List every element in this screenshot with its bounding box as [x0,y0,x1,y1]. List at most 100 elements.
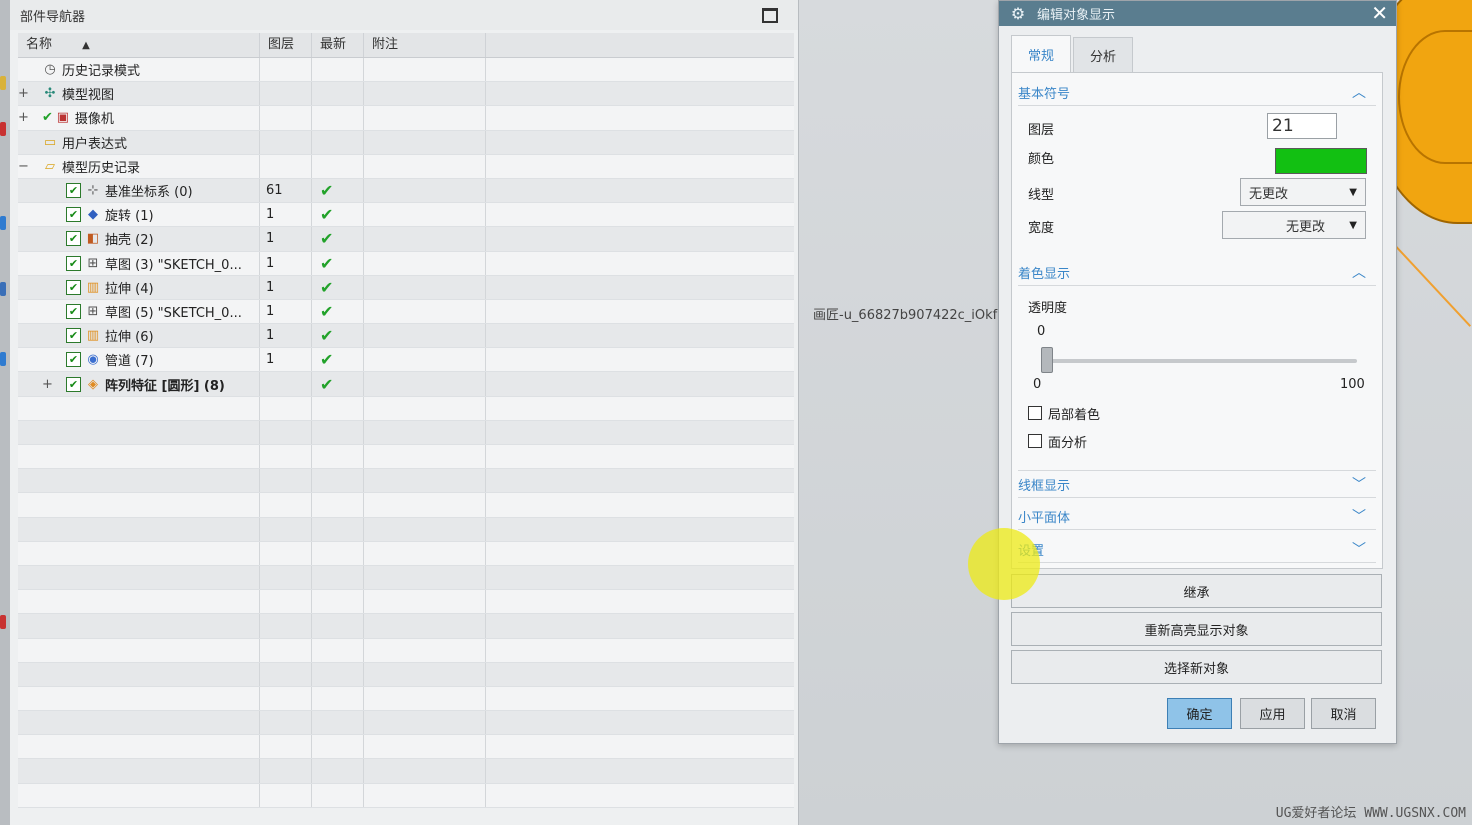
transparency-slider-thumb[interactable] [1041,347,1053,373]
empty-cell [18,565,260,590]
expand-toggle-icon[interactable]: + [42,377,53,392]
color-swatch-button[interactable] [1275,148,1367,174]
tree-cell-latest: ✔ [312,372,364,396]
tab-analysis[interactable]: 分析 [1073,37,1134,72]
tree-cell-layer: 1 [260,275,312,299]
up-to-date-check-icon: ✔ [320,229,334,249]
reselect-highlight-button[interactable]: 重新高亮显示对象 [1011,612,1382,646]
chevron-down-icon[interactable]: ﹀ [1352,539,1366,559]
apply-button[interactable]: 应用 [1240,698,1305,729]
column-header-latest[interactable]: 最新 [312,33,364,57]
tool-icon[interactable] [0,352,6,366]
tree-row[interactable]: + ✣ 模型视图 [18,82,794,107]
dialog-titlebar[interactable]: ⚙ 编辑对象显示 ✕ [999,1,1396,26]
inherit-button[interactable]: 继承 [1011,574,1382,608]
empty-cell [312,541,364,565]
expand-toggle-icon[interactable]: + [18,110,29,125]
empty-cell [486,421,794,444]
empty-cell [364,493,486,517]
tool-icon[interactable] [0,216,6,230]
sort-ascending-icon[interactable]: ▲ [82,40,90,51]
empty-cell [312,686,364,711]
empty-cell [312,517,364,541]
empty-row [18,541,794,566]
empty-cell [486,687,794,710]
visibility-checkbox[interactable]: ✔ [66,303,81,319]
chevron-up-icon[interactable]: ︿ [1352,82,1366,102]
empty-row [18,783,794,808]
tree-row[interactable]: ✔ ⊞ 草图 (3) "SKETCH_0... 1 ✔ [18,251,794,276]
tree-cell-name: ✔ ◧ 抽壳 (2) [18,227,260,251]
tree-cell-name: ✔ ⊞ 草图 (5) "SKETCH_0... [18,299,260,324]
tool-icon[interactable] [0,76,6,90]
empty-cell [260,686,312,711]
tree-row[interactable]: ✔ ▥ 拉伸 (4) 1 ✔ [18,275,794,300]
visibility-checkbox[interactable]: ✔ [66,279,81,295]
empty-cell [486,663,794,686]
tree-row[interactable]: ✔ ◆ 旋转 (1) 1 ✔ [18,203,794,228]
tree-row[interactable]: − ▱ 模型历史记录 [18,154,794,179]
visibility-checkbox[interactable]: ✔ [66,376,81,392]
linetype-select[interactable]: 无更改 ▼ [1240,178,1366,206]
tree-cell-note [364,130,486,154]
visibility-checkbox[interactable]: ✔ [66,207,81,223]
transparency-slider-track[interactable] [1043,359,1357,363]
tool-icon[interactable] [0,282,6,296]
select-new-object-button[interactable]: 选择新对象 [1011,650,1382,684]
visibility-checkbox[interactable]: ✔ [66,231,81,247]
visibility-checkbox[interactable]: ✔ [66,352,81,368]
expand-toggle-icon[interactable]: − [18,159,29,174]
tree-row[interactable]: + ✔ ◈ 阵列特征 [圆形] (8) ✔ [18,372,794,397]
chevron-up-icon[interactable]: ︿ [1352,262,1366,282]
layer-field[interactable] [1267,113,1337,139]
tree-cell-filler [486,131,794,154]
tree-row[interactable]: ▭ 用户表达式 [18,130,794,155]
visibility-checkbox[interactable]: ✔ [66,328,81,344]
empty-row [18,445,794,470]
chevron-down-icon[interactable]: ﹀ [1352,506,1366,526]
empty-cell [260,662,312,686]
up-to-date-check-icon: ✔ [320,205,334,225]
tool-icon[interactable] [0,615,6,629]
section-settings[interactable]: 设置 ﹀ [1018,536,1376,563]
section-shading[interactable]: 着色显示 ︿ [1018,259,1376,286]
column-header-name[interactable]: 名称 ▲ [18,33,260,57]
section-basic-symbols[interactable]: 基本符号 ︿ [1018,79,1376,106]
empty-cell [312,445,364,469]
visibility-checkbox[interactable]: ✔ [66,183,81,199]
chevron-down-icon[interactable]: ﹀ [1352,474,1366,494]
tree-row[interactable]: ✔ ⊞ 草图 (5) "SKETCH_0... 1 ✔ [18,299,794,325]
section-shading-label: 着色显示 [1018,266,1071,282]
gear-icon[interactable]: ⚙ [1007,4,1029,23]
tree-row[interactable]: ✔ ⊹ 基准坐标系 (0) 61 ✔ [18,178,794,204]
empty-cell [486,784,794,807]
tree-row[interactable]: ◷ 历史记录模式 [18,58,794,83]
close-icon[interactable]: ✕ [1371,1,1388,26]
maximize-icon[interactable] [762,8,778,23]
column-header-note[interactable]: 附注 [364,33,486,57]
linetype-label: 线型 [1028,188,1055,203]
empty-row [18,686,794,712]
expand-toggle-icon[interactable]: + [18,86,29,101]
face-analysis-checkbox[interactable] [1028,434,1042,448]
width-select[interactable]: 无更改 ▼ [1222,211,1366,239]
tool-icon[interactable] [0,122,6,136]
partial-shading-checkbox[interactable] [1028,406,1042,420]
tree-cell-note [364,82,486,106]
tree-row[interactable]: + ✔ ▣ 摄像机 [18,106,794,131]
tree-cell-note [364,227,486,251]
section-facet-body[interactable]: 小平面体 ﹀ [1018,503,1376,530]
column-header-layer[interactable]: 图层 [260,33,312,57]
empty-cell [18,469,260,493]
cancel-button[interactable]: 取消 [1311,698,1376,729]
empty-row [18,493,794,518]
tree-cell-note [364,275,486,299]
tree-row[interactable]: ✔ ◉ 管道 (7) 1 ✔ [18,348,794,373]
tree-row[interactable]: ✔ ▥ 拉伸 (6) 1 ✔ [18,324,794,349]
section-wireframe[interactable]: 线框显示 ﹀ [1018,470,1376,498]
ok-button[interactable]: 确定 [1167,698,1232,729]
tab-general[interactable]: 常规 [1011,35,1072,72]
up-to-date-check-icon: ✔ [320,301,334,321]
tree-row[interactable]: ✔ ◧ 抽壳 (2) 1 ✔ [18,227,794,252]
visibility-checkbox[interactable]: ✔ [66,255,81,271]
